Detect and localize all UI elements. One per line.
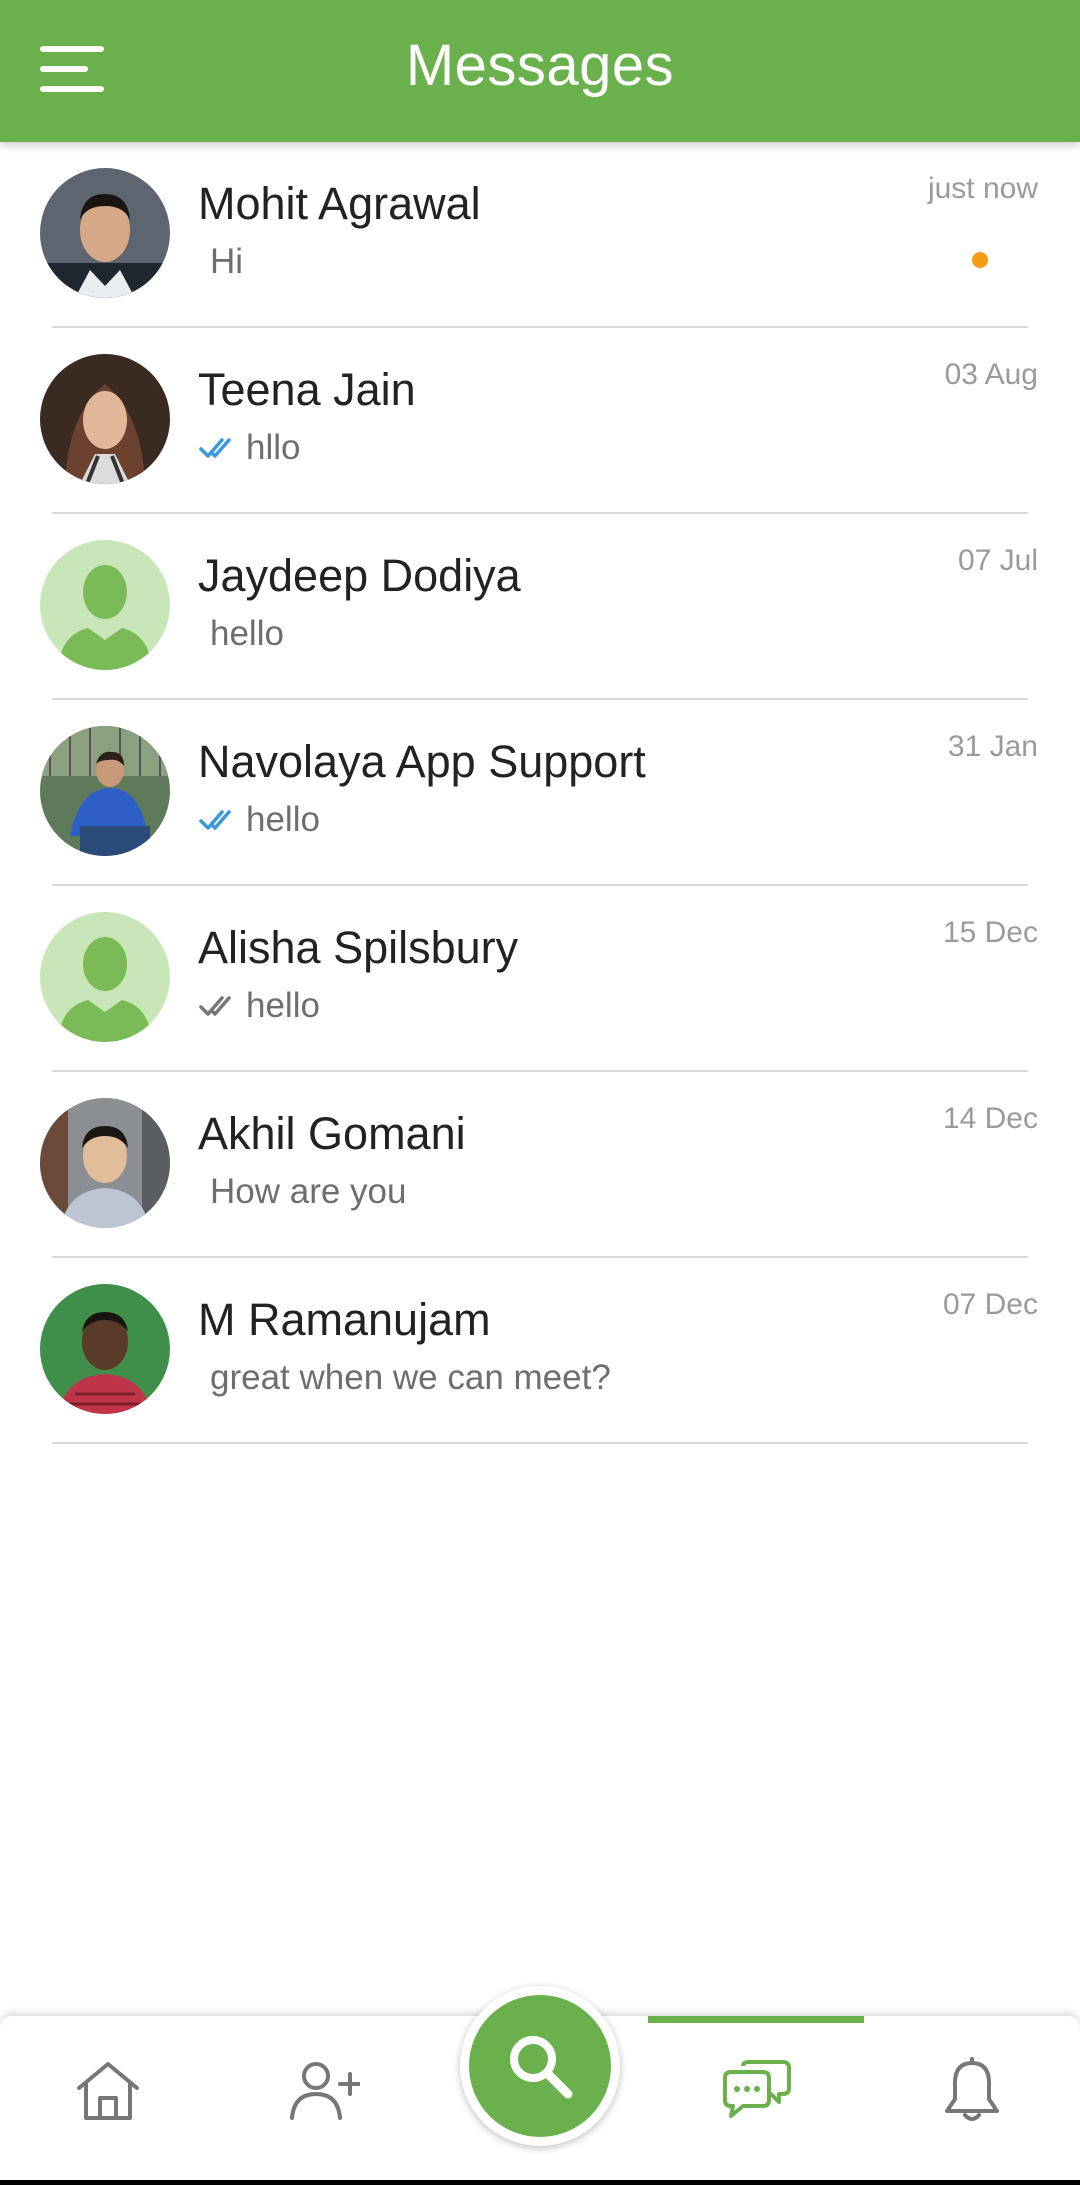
bell-icon	[945, 2057, 999, 2121]
timestamp: 07 Jul	[957, 544, 1038, 577]
search-button[interactable]	[460, 1986, 620, 2146]
avatar	[40, 912, 170, 1042]
conversation-list: Mohit Agrawal Hi just now Teena Jain hll…	[0, 142, 1080, 1444]
search-icon	[510, 2036, 573, 2099]
chat-icon	[723, 2060, 791, 2118]
conversation-row[interactable]: Navolaya App Support hello 31 Jan	[0, 700, 1080, 886]
home-icon	[77, 2062, 139, 2120]
conversation-row[interactable]: Teena Jain hllo 03 Aug	[0, 328, 1080, 514]
contact-name: Mohit Agrawal	[198, 178, 481, 229]
contact-name: Jaydeep Dodiya	[198, 550, 521, 601]
contact-name: Akhil Gomani	[198, 1108, 466, 1159]
message-preview: Hi	[210, 242, 244, 281]
system-nav-bar	[0, 2180, 1080, 2185]
timestamp: 14 Dec	[942, 1102, 1038, 1135]
add-user-icon	[290, 2062, 360, 2120]
conversation-row[interactable]: M Ramanujam great when we can meet? 07 D…	[0, 1258, 1080, 1444]
message-preview: hello	[210, 614, 284, 653]
avatar	[40, 540, 170, 670]
avatar	[40, 726, 170, 856]
conversation-row[interactable]: Alisha Spilsbury hello 15 Dec	[0, 886, 1080, 1072]
nav-add-user[interactable]	[216, 2016, 432, 2166]
nav-home[interactable]	[0, 2016, 216, 2166]
avatar	[40, 1098, 170, 1228]
timestamp: 07 Dec	[942, 1288, 1038, 1321]
unread-dot	[972, 252, 988, 268]
timestamp: 15 Dec	[942, 916, 1038, 949]
message-preview: hello	[198, 800, 320, 840]
app-bar: Messages	[0, 0, 1080, 142]
conversation-row[interactable]: Mohit Agrawal Hi just now	[0, 142, 1080, 328]
delivered-tick-icon	[199, 996, 231, 1016]
nav-notifications[interactable]	[864, 2016, 1080, 2166]
avatar	[40, 354, 170, 484]
page-title: Messages	[405, 33, 675, 98]
timestamp: 31 Jan	[947, 730, 1038, 763]
read-tick-icon	[199, 438, 231, 458]
message-preview: How are you	[210, 1172, 407, 1211]
timestamp: just now	[927, 172, 1038, 205]
avatar	[40, 1284, 170, 1414]
contact-name: Navolaya App Support	[198, 736, 646, 787]
nav-messages[interactable]	[648, 2016, 864, 2166]
timestamp: 03 Aug	[944, 358, 1038, 391]
message-preview: hello	[198, 986, 320, 1026]
divider	[52, 1442, 1028, 1444]
avatar	[40, 168, 170, 298]
conversation-row[interactable]: Jaydeep Dodiya hello 07 Jul	[0, 514, 1080, 700]
contact-name: M Ramanujam	[198, 1294, 491, 1345]
read-tick-icon	[199, 810, 231, 830]
conversation-row[interactable]: Akhil Gomani How are you 14 Dec	[0, 1072, 1080, 1258]
contact-name: Alisha Spilsbury	[198, 922, 519, 973]
message-preview: great when we can meet?	[210, 1358, 611, 1397]
message-preview: hllo	[198, 428, 300, 468]
contact-name: Teena Jain	[198, 364, 416, 415]
